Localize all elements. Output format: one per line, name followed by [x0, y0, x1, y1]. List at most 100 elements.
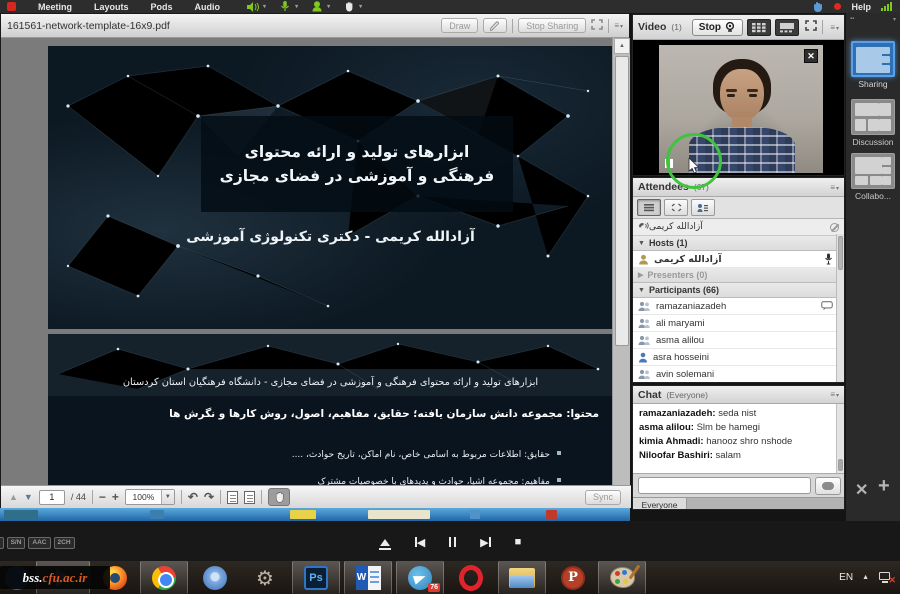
- participant-row[interactable]: ramazaniazadeh: [633, 298, 844, 315]
- mic-caret-icon[interactable]: ▾: [295, 3, 298, 10]
- taskbar-psiphon[interactable]: P: [550, 561, 596, 594]
- taskbar-photoshop[interactable]: Ps: [292, 561, 340, 594]
- share-pod: 161561-network-template-16x9.pdf Draw St…: [0, 13, 630, 508]
- layout-discussion[interactable]: Discussion: [846, 99, 900, 147]
- taskbar-chromium[interactable]: [192, 561, 238, 594]
- chat-input-row: [633, 473, 845, 497]
- participant-row[interactable]: asra hosseini: [633, 349, 844, 366]
- document-scrollbar[interactable]: ▲: [612, 38, 630, 485]
- pause-button[interactable]: [449, 537, 456, 547]
- host-row[interactable]: آزادالله کریمی: [633, 251, 844, 268]
- video-fullscreen-icon[interactable]: [805, 20, 817, 34]
- draw-button[interactable]: Draw: [441, 18, 478, 33]
- mute-speaker-icon[interactable]: [830, 223, 839, 232]
- share-pod-header: 161561-network-template-16x9.pdf Draw St…: [1, 14, 629, 38]
- video-close-icon[interactable]: ✕: [804, 49, 818, 63]
- participant-row[interactable]: avin solemani: [633, 366, 844, 383]
- webcam-icon[interactable]: [310, 2, 323, 12]
- previous-page-icon[interactable]: ▲: [9, 492, 18, 502]
- opera-icon: [459, 565, 483, 591]
- zoom-level-select[interactable]: 100% ▼: [125, 489, 175, 505]
- tab-everyone[interactable]: Everyone: [633, 498, 687, 510]
- previous-track-button[interactable]: ◀: [415, 536, 425, 549]
- hand-caret-icon[interactable]: ▾: [359, 3, 362, 10]
- pointer-tool-icon[interactable]: [483, 18, 507, 33]
- layout-sharing-thumbnail[interactable]: [851, 41, 895, 77]
- attendees-scrollbar[interactable]: [836, 234, 844, 383]
- layouts-panel-icon[interactable]: ▪▪: [850, 16, 854, 22]
- raise-hand-icon[interactable]: [342, 2, 355, 12]
- menu-audio[interactable]: Audio: [195, 2, 221, 12]
- slide-title-box: ابزارهای تولید و ارائه محتوای فرهنگی و آ…: [201, 116, 513, 212]
- next-track-button[interactable]: ▶: [480, 536, 490, 549]
- document-view[interactable]: ابزارهای تولید و ارائه محتوای فرهنگی و آ…: [1, 38, 612, 485]
- chat-messages[interactable]: ramazaniazadeh: seda nist asma alilou: S…: [633, 404, 838, 473]
- taskbar-paint[interactable]: [598, 561, 646, 594]
- video-pod-menu-icon[interactable]: ≡: [830, 23, 839, 32]
- attendee-list-view-button[interactable]: [637, 199, 661, 216]
- fullscreen-icon[interactable]: [591, 19, 603, 33]
- rotate-left-icon[interactable]: ↶: [188, 490, 198, 504]
- zoom-out-icon[interactable]: −: [99, 490, 106, 504]
- participant-row[interactable]: asma alilou: [633, 332, 844, 349]
- rotate-right-icon[interactable]: ↷: [204, 490, 214, 504]
- taskbar-chrome[interactable]: [140, 561, 188, 594]
- chat-scrollbar[interactable]: [836, 404, 844, 473]
- stop-webcam-button[interactable]: Stop: [692, 19, 743, 36]
- layout-sharing[interactable]: Sharing: [846, 41, 900, 89]
- presenters-section-header[interactable]: ▶ Presenters (0): [633, 268, 844, 283]
- page-number-input[interactable]: [39, 490, 65, 505]
- layouts-panel-caret-icon[interactable]: ▾: [893, 16, 896, 23]
- taskbar-explorer[interactable]: [498, 561, 546, 594]
- tray-expand-icon[interactable]: ▲: [862, 574, 869, 581]
- scroll-up-icon[interactable]: ▲: [614, 38, 630, 54]
- taskbar-telegram[interactable]: 76: [396, 561, 444, 594]
- share-pod-menu-icon[interactable]: ≡: [614, 21, 623, 30]
- sync-button[interactable]: Sync: [585, 490, 621, 505]
- scrollbar-thumb[interactable]: [615, 56, 629, 346]
- connection-status-icon[interactable]: [811, 2, 824, 12]
- taskbar-settings[interactable]: ⚙: [242, 561, 288, 594]
- menu-meeting[interactable]: Meeting: [38, 2, 72, 12]
- participant-icon: [638, 352, 648, 363]
- next-page-icon[interactable]: ▼: [24, 492, 33, 502]
- webcam-caret-icon[interactable]: ▾: [327, 3, 330, 10]
- single-page-view-icon[interactable]: [227, 491, 238, 504]
- layout-collaboration[interactable]: Collabo...: [846, 153, 900, 201]
- menu-help[interactable]: Help: [851, 2, 871, 12]
- attendees-pod-menu-icon[interactable]: ≡: [830, 183, 839, 192]
- language-indicator[interactable]: EN: [839, 572, 853, 583]
- taskbar-word[interactable]: W: [344, 561, 392, 594]
- stop-button[interactable]: ■: [515, 536, 522, 548]
- taskbar-opera[interactable]: [448, 561, 494, 594]
- layout-discussion-thumbnail[interactable]: [851, 99, 895, 135]
- network-status-icon[interactable]: ✕: [878, 571, 894, 585]
- chat-pod-menu-icon[interactable]: ≡: [830, 390, 839, 399]
- signal-bars-icon[interactable]: [881, 2, 892, 11]
- send-message-button[interactable]: [815, 477, 841, 495]
- participant-row[interactable]: ali maryami: [633, 315, 844, 332]
- collapse-triangle-icon: ▼: [638, 287, 645, 294]
- zoom-dropdown-icon[interactable]: ▼: [161, 490, 174, 504]
- grid-view-icon[interactable]: [747, 19, 771, 36]
- layout-collaboration-thumbnail[interactable]: [851, 153, 895, 189]
- speaker-caret-icon[interactable]: ▾: [263, 3, 266, 10]
- pan-tool-button[interactable]: [268, 488, 290, 506]
- stop-sharing-button[interactable]: Stop Sharing: [518, 18, 586, 33]
- two-page-view-icon[interactable]: [244, 491, 255, 504]
- paint-palette-icon: [610, 567, 635, 588]
- filmstrip-view-icon[interactable]: [775, 19, 799, 36]
- menu-layouts[interactable]: Layouts: [94, 2, 129, 12]
- add-pod-icon[interactable]: +: [878, 475, 890, 498]
- hosts-section-header[interactable]: ▼ Hosts (1): [633, 236, 844, 251]
- attendee-status-view-button[interactable]: [691, 199, 715, 216]
- mic-icon[interactable]: [278, 2, 291, 12]
- speaker-icon[interactable]: [246, 2, 259, 12]
- zoom-in-icon[interactable]: +: [112, 490, 119, 504]
- chat-input[interactable]: [638, 477, 811, 494]
- participants-section-header[interactable]: ▼ Participants (66): [633, 283, 844, 298]
- breakout-view-button[interactable]: [664, 199, 688, 216]
- close-pod-icon[interactable]: ✕: [855, 480, 868, 500]
- menu-pods[interactable]: Pods: [151, 2, 173, 12]
- eject-button[interactable]: [379, 534, 391, 550]
